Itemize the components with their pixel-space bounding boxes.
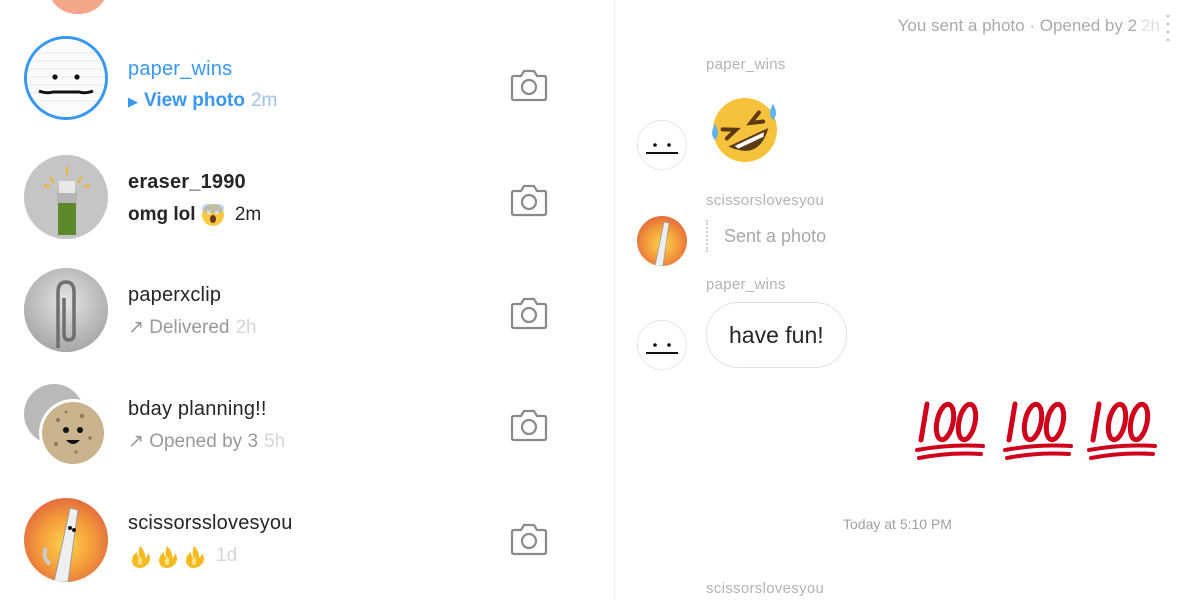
thread-preview: 1d: [128, 544, 237, 568]
thread-row[interactable]: scissorsslovesyou 1d: [0, 484, 614, 594]
thread-preview: omg lol 2m: [128, 203, 261, 227]
thread-time: 1d: [216, 545, 238, 567]
hundred-points-emoji-icon: [915, 401, 1157, 460]
seen-status-time: 2h: [1141, 16, 1160, 35]
thread-time: 2h: [235, 317, 257, 338]
thread-row[interactable]: paperxclip ↗ Delivered 2h: [0, 256, 614, 366]
fire-emoji-icon: [132, 546, 204, 568]
scissors-icon: [24, 498, 108, 582]
message-sender: paper_wins: [706, 276, 786, 293]
message-sender: scissorslovesyou: [706, 580, 825, 597]
thread-username: paper_wins: [128, 58, 233, 80]
partial-avatar[interactable]: [50, 0, 106, 14]
thread-preview: ↗ Delivered 2h: [128, 316, 257, 339]
scream-emoji-icon: [201, 204, 224, 226]
preview-text: View photo: [144, 90, 245, 111]
thread-preview: ▶ View photo 2m: [128, 90, 277, 112]
scissors-icon: [637, 216, 687, 266]
message-sender: scissorslovesyou: [706, 192, 825, 209]
camera-icon[interactable]: [510, 522, 548, 556]
play-icon: ▶: [128, 94, 138, 109]
thread-time: 2m: [234, 204, 262, 226]
sent-photo-notice[interactable]: Sent a photo: [706, 220, 826, 252]
camera-icon[interactable]: [510, 183, 548, 217]
thread-row[interactable]: bday planning!! ↗ Opened by 3 5h: [0, 370, 614, 480]
thread-username: eraser_1990: [128, 171, 246, 193]
thread-row[interactable]: eraser_1990 omg lol 2m: [0, 143, 614, 253]
face-icon: [24, 36, 108, 120]
pencil-eraser-icon: [24, 155, 108, 239]
thread-row[interactable]: paper_wins ▶ View photo 2m: [0, 30, 614, 140]
sent-arrow-icon: ↗: [128, 431, 144, 452]
thread-username: bday planning!!: [128, 398, 267, 420]
sender-avatar[interactable]: [637, 216, 687, 266]
day-timestamp: Today at 5:10 PM: [843, 516, 952, 532]
seen-status-text: You sent a photo · Opened by 2: [897, 16, 1138, 35]
camera-icon[interactable]: [510, 68, 548, 102]
message-sender: paper_wins: [706, 56, 786, 73]
sender-avatar[interactable]: [637, 120, 687, 170]
preview-text: Delivered: [149, 317, 230, 338]
face-icon: [646, 343, 678, 354]
thread-time: 2m: [250, 90, 278, 111]
conversation-pane: You sent a photo · Opened by 2 2h paper_w…: [615, 0, 1200, 600]
group-avatar-icon: [24, 384, 108, 468]
preview-text: Opened by 3: [149, 431, 259, 452]
camera-icon[interactable]: [510, 408, 548, 442]
thread-time: 5h: [264, 431, 286, 452]
seen-status: You sent a photo · Opened by 2 2h: [898, 16, 1160, 36]
face-icon: [646, 143, 678, 154]
rolling-laughing-emoji-icon: [712, 98, 777, 162]
preview-text: omg lol: [128, 204, 196, 226]
more-options-icon[interactable]: [1166, 12, 1170, 42]
thread-preview: ↗ Opened by 3 5h: [128, 430, 285, 453]
sent-arrow-icon: ↗: [128, 317, 144, 338]
thread-username: paperxclip: [128, 284, 222, 306]
camera-icon[interactable]: [510, 296, 548, 330]
paperclip-icon: [24, 268, 108, 352]
thread-list: paper_wins ▶ View photo 2m eraser_1990 omg…: [0, 0, 614, 600]
sender-avatar[interactable]: [637, 320, 687, 370]
message-bubble[interactable]: have fun!: [706, 302, 847, 368]
thread-username: scissorsslovesyou: [128, 512, 293, 534]
